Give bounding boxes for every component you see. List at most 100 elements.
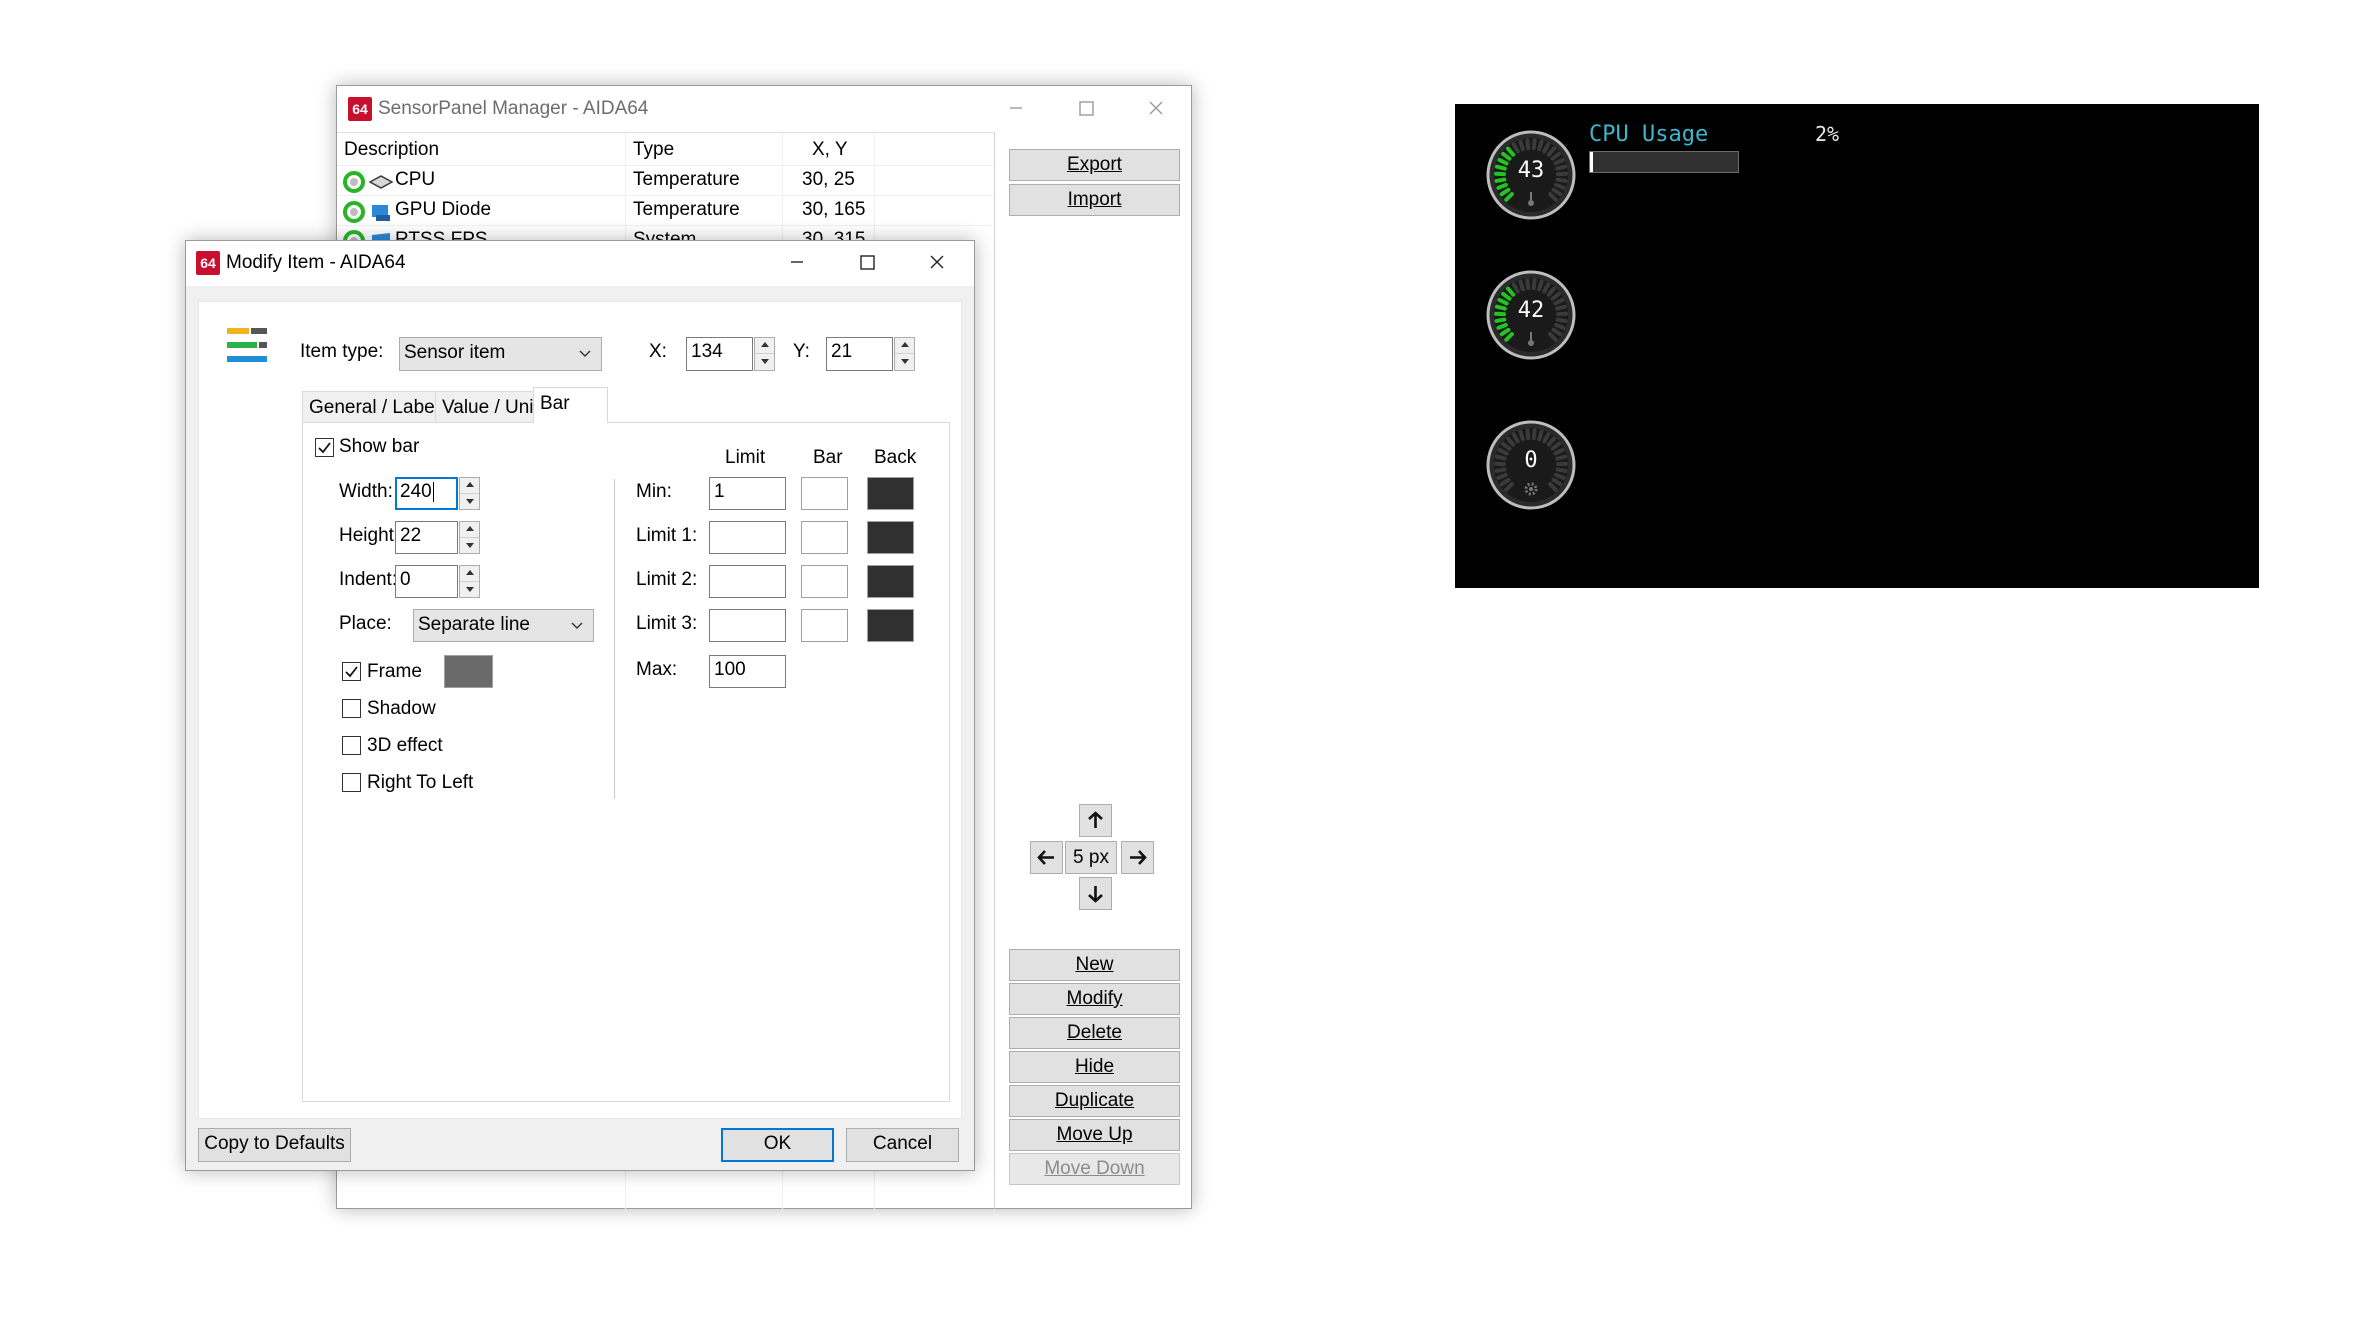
maximize-button[interactable]	[844, 244, 890, 280]
column-header-xy[interactable]: X, Y	[812, 139, 848, 161]
column-header-description[interactable]: Description	[344, 139, 439, 161]
limit-column-header: Limit	[725, 447, 766, 468]
bar-height-input[interactable]: 22	[395, 521, 458, 554]
x-label: X:	[649, 341, 667, 362]
close-button[interactable]	[914, 244, 960, 280]
new-button[interactable]: New	[1009, 949, 1180, 981]
copy-to-defaults-button[interactable]: Copy to Defaults	[198, 1128, 351, 1162]
tab-general-label[interactable]: General / Label	[302, 391, 446, 423]
height-label: Height:	[339, 525, 400, 546]
hide-button[interactable]: Hide	[1009, 1051, 1180, 1083]
bar-height-stepper[interactable]	[459, 521, 480, 554]
limit2-bar-color-swatch[interactable]	[801, 565, 848, 598]
tab-bar[interactable]: Bar	[533, 387, 608, 423]
export-button[interactable]: Export	[1009, 149, 1180, 181]
shadow-checkbox[interactable]	[342, 699, 361, 718]
bar-indent-stepper[interactable]	[459, 565, 480, 598]
minimize-button[interactable]	[774, 244, 820, 280]
delete-button[interactable]: Delete	[1009, 1017, 1180, 1049]
y-position-stepper[interactable]	[894, 337, 915, 371]
modify-titlebar[interactable]: 64 Modify Item - AIDA64	[186, 241, 974, 286]
arrow-down-icon	[1088, 886, 1103, 903]
item-type-label: Item type:	[300, 341, 384, 362]
min-back-color-swatch[interactable]	[867, 477, 914, 510]
3d-effect-checkbox[interactable]	[342, 736, 361, 755]
gauge-value: 0	[1524, 448, 1538, 473]
tab-value-unit[interactable]: Value / Unit	[435, 391, 546, 423]
manager-titlebar[interactable]: 64 SensorPanel Manager - AIDA64	[337, 86, 1191, 132]
item-type-select[interactable]: Sensor item	[399, 337, 602, 371]
limit3-label: Limit 3:	[636, 613, 698, 634]
bar-width-stepper[interactable]	[459, 477, 480, 510]
cpu-chip-icon	[368, 175, 394, 189]
x-position-input[interactable]: 134	[686, 337, 753, 371]
gauge-segment	[1496, 472, 1508, 480]
duplicate-button[interactable]: Duplicate	[1009, 1085, 1180, 1117]
close-button[interactable]	[1133, 90, 1179, 126]
group-separator	[614, 479, 615, 799]
show-bar-checkbox[interactable]	[315, 438, 334, 457]
frame-label: Frame	[367, 661, 422, 682]
limit3-back-color-swatch[interactable]	[867, 609, 914, 642]
maximize-button[interactable]	[1063, 90, 1109, 126]
gauge-segment	[1525, 278, 1531, 291]
modify-title: Modify Item - AIDA64	[226, 252, 406, 273]
limit3-bar-color-swatch[interactable]	[801, 609, 848, 642]
aida64-app-icon: 64	[196, 251, 220, 275]
gauge-segment	[1531, 138, 1537, 151]
cpu-usage-value: 2%	[1815, 122, 1840, 146]
y-position-input[interactable]: 21	[826, 337, 893, 371]
column-header-type[interactable]: Type	[633, 139, 674, 161]
cpu-usage-label: CPU Usage	[1589, 122, 1709, 147]
limit3-value-input[interactable]	[709, 609, 786, 642]
cancel-button[interactable]: Cancel	[846, 1128, 959, 1162]
step-size-button[interactable]: 5 px	[1065, 841, 1117, 874]
checkmark-icon	[318, 442, 331, 454]
gauge-segment	[1531, 428, 1537, 441]
gauge-fps: 0	[1485, 419, 1577, 511]
limit1-value-input[interactable]	[709, 521, 786, 554]
gauge-segment	[1525, 138, 1531, 151]
frame-color-swatch[interactable]	[444, 655, 493, 688]
close-icon	[930, 255, 944, 269]
gauge-segment	[1496, 322, 1508, 330]
sensor-panel-preview: 43 42 0 CPU Usage 2%	[1455, 104, 2259, 588]
max-value-input[interactable]: 100	[709, 655, 786, 688]
gauge-segment	[1537, 429, 1544, 442]
limit1-back-color-swatch[interactable]	[867, 521, 914, 554]
limit2-label: Limit 2:	[636, 569, 698, 590]
import-button[interactable]: Import	[1009, 184, 1180, 216]
row-xy: 30, 25	[802, 169, 855, 190]
row-xy: 30, 165	[802, 199, 866, 220]
minimize-button[interactable]	[993, 90, 1039, 126]
x-position-stepper[interactable]	[754, 337, 775, 371]
frame-checkbox[interactable]	[342, 662, 361, 681]
limit2-value-input[interactable]	[709, 565, 786, 598]
bar-indent-input[interactable]: 0	[395, 565, 458, 598]
limit2-back-color-swatch[interactable]	[867, 565, 914, 598]
min-bar-color-swatch[interactable]	[801, 477, 848, 510]
row-type: Temperature	[633, 199, 740, 220]
move-down-button[interactable]: Move Down	[1009, 1153, 1180, 1185]
right-to-left-checkbox[interactable]	[342, 773, 361, 792]
move-up-arrow-button[interactable]	[1079, 804, 1112, 837]
gauge-segment	[1496, 182, 1508, 190]
checkmark-icon	[345, 666, 358, 678]
gauge-segment	[1554, 472, 1566, 480]
limit1-bar-color-swatch[interactable]	[801, 521, 848, 554]
bar-width-input[interactable]: 240	[395, 477, 458, 510]
bar-place-select[interactable]: Separate line	[413, 609, 594, 642]
gauge-gpu-temperature: 42	[1485, 269, 1577, 361]
move-left-arrow-button[interactable]	[1030, 841, 1063, 874]
limit1-label: Limit 1:	[636, 525, 698, 546]
min-value-input[interactable]: 1	[709, 477, 786, 510]
modify-button[interactable]: Modify	[1009, 983, 1180, 1015]
gauge-segment	[1518, 139, 1525, 152]
ok-button[interactable]: OK	[721, 1128, 834, 1162]
move-right-arrow-button[interactable]	[1121, 841, 1154, 874]
row-description: GPU Diode	[395, 199, 492, 220]
move-down-arrow-button[interactable]	[1079, 877, 1112, 910]
move-up-button[interactable]: Move Up	[1009, 1119, 1180, 1151]
width-label: Width:	[339, 481, 393, 502]
aida64-app-icon: 64	[348, 97, 372, 121]
